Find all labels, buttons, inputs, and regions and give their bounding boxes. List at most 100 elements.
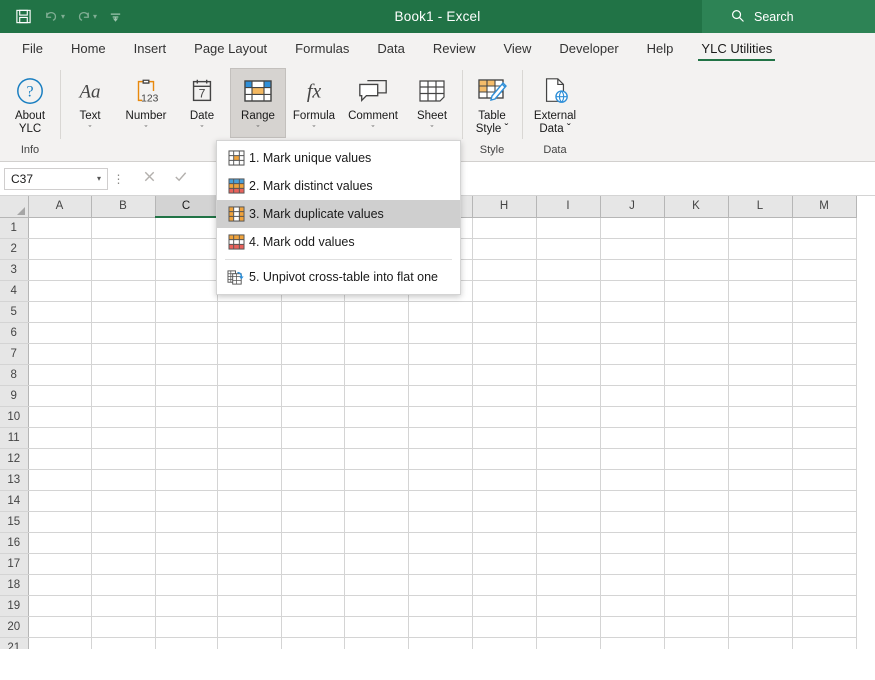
cell-F11[interactable] xyxy=(344,427,408,448)
cell-F16[interactable] xyxy=(344,532,408,553)
cell-K13[interactable] xyxy=(664,469,728,490)
cell-I14[interactable] xyxy=(536,490,600,511)
cell-M11[interactable] xyxy=(792,427,856,448)
cell-B9[interactable] xyxy=(91,385,155,406)
cell-M16[interactable] xyxy=(792,532,856,553)
cell-A2[interactable] xyxy=(28,238,91,259)
cell-H13[interactable] xyxy=(472,469,536,490)
cell-A4[interactable] xyxy=(28,280,91,301)
cell-J14[interactable] xyxy=(600,490,664,511)
cell-B6[interactable] xyxy=(91,322,155,343)
cell-G13[interactable] xyxy=(408,469,472,490)
range-dropdown-menu[interactable]: 1. Mark unique values 2. Mark distinct v… xyxy=(216,140,461,295)
cell-A13[interactable] xyxy=(28,469,91,490)
column-header-c[interactable]: C xyxy=(155,196,217,217)
cell-I2[interactable] xyxy=(536,238,600,259)
cell-C1[interactable] xyxy=(155,217,217,238)
cell-B2[interactable] xyxy=(91,238,155,259)
cell-G18[interactable] xyxy=(408,574,472,595)
row-header-19[interactable]: 19 xyxy=(0,595,28,616)
table-style-button[interactable]: Table Style ˇ xyxy=(464,68,520,138)
cell-A14[interactable] xyxy=(28,490,91,511)
cell-I11[interactable] xyxy=(536,427,600,448)
cell-F9[interactable] xyxy=(344,385,408,406)
row-header-14[interactable]: 14 xyxy=(0,490,28,511)
row-header-11[interactable]: 11 xyxy=(0,427,28,448)
cell-B15[interactable] xyxy=(91,511,155,532)
cell-I4[interactable] xyxy=(536,280,600,301)
row-header-7[interactable]: 7 xyxy=(0,343,28,364)
tab-file[interactable]: File xyxy=(8,33,57,64)
menu-item-mark-unique-values[interactable]: 1. Mark unique values xyxy=(217,144,460,172)
tab-help[interactable]: Help xyxy=(633,33,688,64)
cell-M6[interactable] xyxy=(792,322,856,343)
cell-E20[interactable] xyxy=(281,616,344,637)
cell-I18[interactable] xyxy=(536,574,600,595)
column-header-a[interactable]: A xyxy=(28,196,91,217)
cell-K18[interactable] xyxy=(664,574,728,595)
cell-F17[interactable] xyxy=(344,553,408,574)
cell-D13[interactable] xyxy=(217,469,281,490)
cell-K2[interactable] xyxy=(664,238,728,259)
menu-item-mark-distinct-values[interactable]: 2. Mark distinct values xyxy=(217,172,460,200)
cell-M15[interactable] xyxy=(792,511,856,532)
row-header-12[interactable]: 12 xyxy=(0,448,28,469)
column-header-k[interactable]: K xyxy=(664,196,728,217)
cell-M18[interactable] xyxy=(792,574,856,595)
save-icon[interactable] xyxy=(10,4,36,30)
cell-L20[interactable] xyxy=(728,616,792,637)
cell-G15[interactable] xyxy=(408,511,472,532)
tab-view[interactable]: View xyxy=(489,33,545,64)
cell-B16[interactable] xyxy=(91,532,155,553)
cell-M17[interactable] xyxy=(792,553,856,574)
cell-G10[interactable] xyxy=(408,406,472,427)
cell-L8[interactable] xyxy=(728,364,792,385)
cell-E15[interactable] xyxy=(281,511,344,532)
cell-B17[interactable] xyxy=(91,553,155,574)
cell-H6[interactable] xyxy=(472,322,536,343)
cell-I10[interactable] xyxy=(536,406,600,427)
tab-page-layout[interactable]: Page Layout xyxy=(180,33,281,64)
cell-F13[interactable] xyxy=(344,469,408,490)
cell-A7[interactable] xyxy=(28,343,91,364)
cell-L9[interactable] xyxy=(728,385,792,406)
cell-I6[interactable] xyxy=(536,322,600,343)
tab-review[interactable]: Review xyxy=(419,33,490,64)
row-header-20[interactable]: 20 xyxy=(0,616,28,637)
tab-home[interactable]: Home xyxy=(57,33,120,64)
cell-J1[interactable] xyxy=(600,217,664,238)
cell-L17[interactable] xyxy=(728,553,792,574)
cell-M7[interactable] xyxy=(792,343,856,364)
chevron-down-icon[interactable]: ˇ xyxy=(145,124,148,134)
cell-A6[interactable] xyxy=(28,322,91,343)
cell-A21[interactable] xyxy=(28,637,91,649)
cell-D21[interactable] xyxy=(217,637,281,649)
cell-L7[interactable] xyxy=(728,343,792,364)
cell-C19[interactable] xyxy=(155,595,217,616)
cell-D16[interactable] xyxy=(217,532,281,553)
cell-H3[interactable] xyxy=(472,259,536,280)
cell-J10[interactable] xyxy=(600,406,664,427)
cell-G6[interactable] xyxy=(408,322,472,343)
row-header-9[interactable]: 9 xyxy=(0,385,28,406)
cell-J20[interactable] xyxy=(600,616,664,637)
cell-F20[interactable] xyxy=(344,616,408,637)
row-header-17[interactable]: 17 xyxy=(0,553,28,574)
cell-E8[interactable] xyxy=(281,364,344,385)
cell-L2[interactable] xyxy=(728,238,792,259)
menu-item-mark-odd-values[interactable]: 4. Mark odd values xyxy=(217,228,460,256)
cell-A8[interactable] xyxy=(28,364,91,385)
cell-D20[interactable] xyxy=(217,616,281,637)
tab-data[interactable]: Data xyxy=(363,33,418,64)
cell-G16[interactable] xyxy=(408,532,472,553)
cell-J12[interactable] xyxy=(600,448,664,469)
cell-B4[interactable] xyxy=(91,280,155,301)
cell-I20[interactable] xyxy=(536,616,600,637)
cell-J13[interactable] xyxy=(600,469,664,490)
cell-G21[interactable] xyxy=(408,637,472,649)
cell-B11[interactable] xyxy=(91,427,155,448)
cell-I5[interactable] xyxy=(536,301,600,322)
cell-K12[interactable] xyxy=(664,448,728,469)
cell-D8[interactable] xyxy=(217,364,281,385)
cell-J9[interactable] xyxy=(600,385,664,406)
